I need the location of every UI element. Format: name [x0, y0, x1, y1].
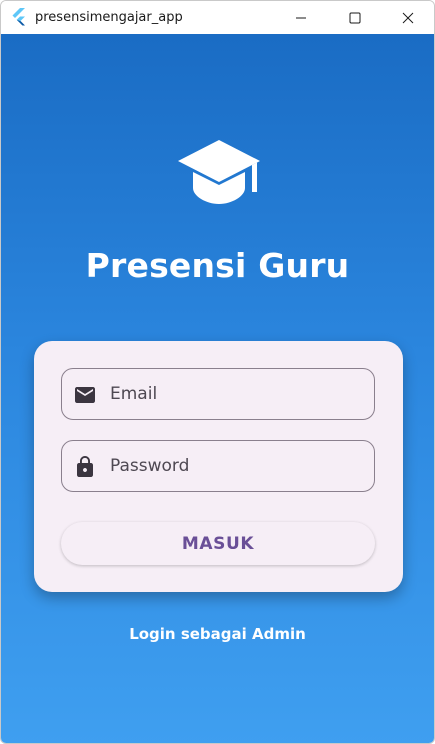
- window-title: presensimengajar_app: [35, 10, 183, 25]
- password-input[interactable]: [110, 441, 360, 491]
- login-card: MASUK: [34, 341, 403, 592]
- title-bar[interactable]: presensimengajar_app: [1, 1, 434, 34]
- close-icon: [402, 12, 414, 23]
- login-button[interactable]: MASUK: [61, 522, 375, 565]
- page-title: Presensi Guru: [85, 246, 350, 285]
- close-button[interactable]: [382, 1, 434, 34]
- graduation-cap-icon: [178, 140, 260, 204]
- email-icon: [75, 387, 95, 403]
- maximize-button[interactable]: [329, 1, 381, 34]
- password-field[interactable]: [61, 440, 375, 492]
- email-input[interactable]: [110, 369, 360, 419]
- email-field[interactable]: [61, 368, 375, 420]
- minimize-icon: [296, 17, 306, 18]
- app-window: presensimengajar_app Presensi Guru Email…: [0, 0, 435, 744]
- minimize-button[interactable]: [275, 1, 327, 34]
- admin-login-link[interactable]: Login sebagai Admin: [1, 625, 434, 643]
- lock-icon: [77, 456, 93, 477]
- flutter-icon: [12, 8, 25, 26]
- login-screen: Presensi Guru MASUK Login sebagai Admin: [1, 34, 434, 743]
- maximize-icon: [349, 12, 361, 23]
